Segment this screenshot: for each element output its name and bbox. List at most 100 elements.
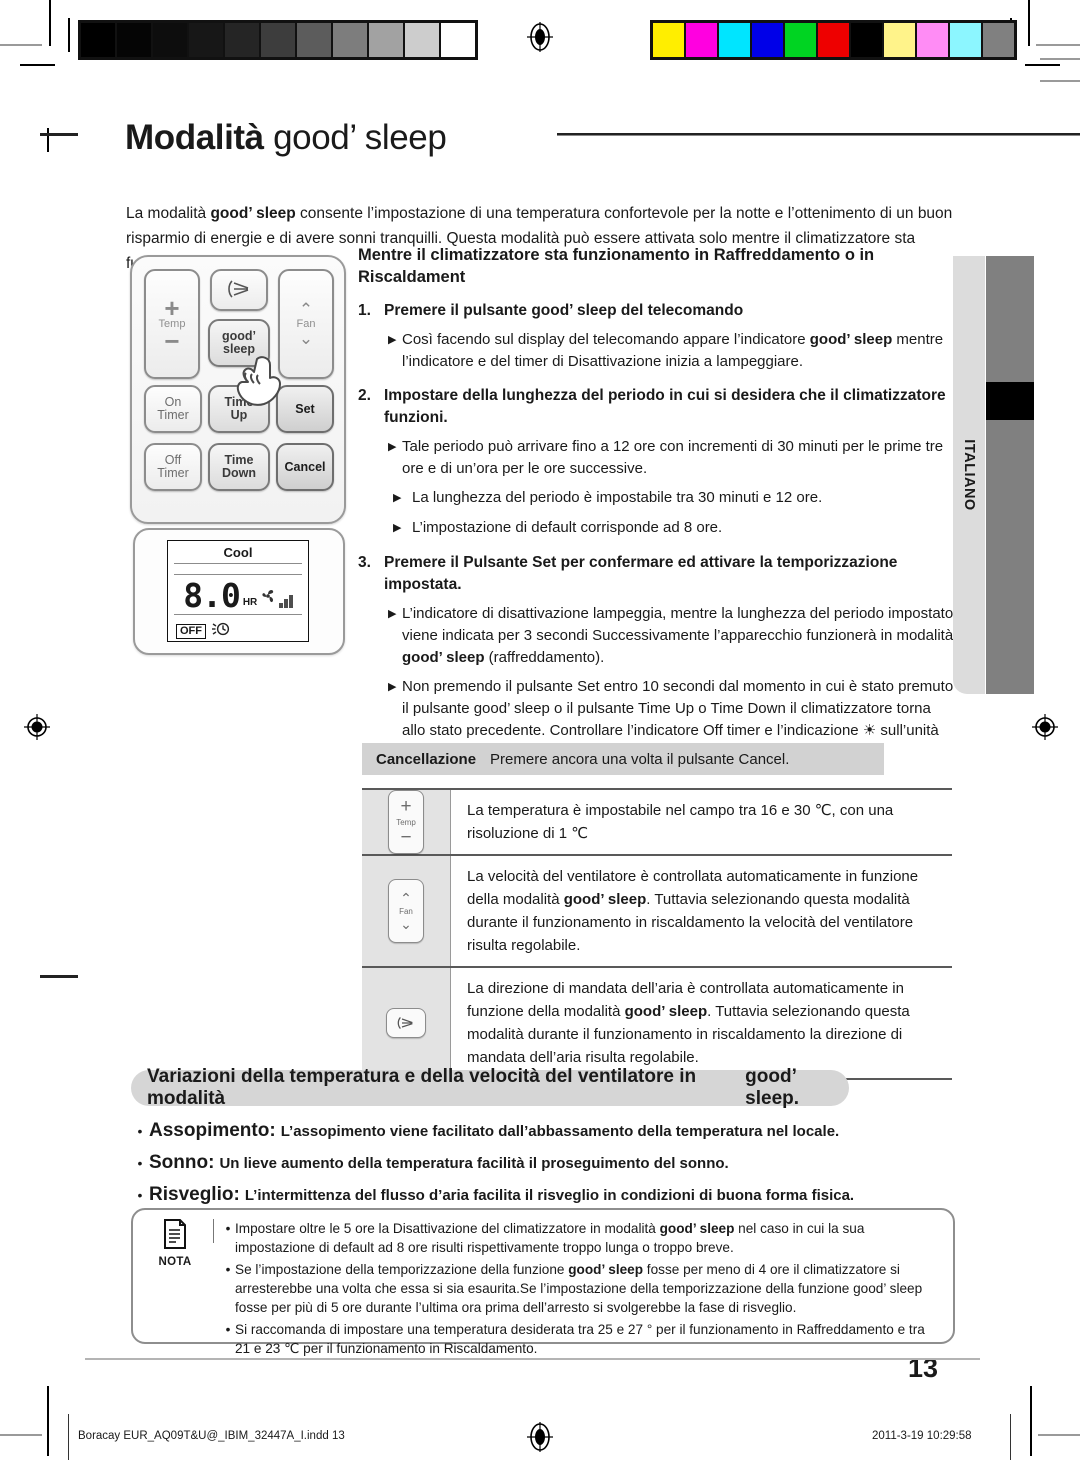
feature-icon-bottom: ⌄ (400, 915, 412, 932)
remote-cancel-button[interactable]: Cancel (276, 443, 334, 491)
step-bullet: ▶ L’indicatore di disattivazione lampeggi… (388, 603, 956, 669)
feature-icon-top: + (400, 795, 412, 817)
footer-timestamp: 2011-3-19 10:29:58 (872, 1430, 972, 1442)
crop-mark-left-dash (47, 1386, 49, 1456)
remote-fan-button[interactable]: ⌃ Fan ⌄ (278, 269, 334, 379)
calibration-swatch-1 (117, 23, 151, 57)
step-number: 2. (358, 387, 371, 404)
feature-icon-top: ⌃ (400, 889, 412, 906)
fan-speed-bar (284, 599, 288, 608)
feature-icon-bottom: − (400, 826, 412, 848)
nota-brand: good’ sleep (568, 1262, 644, 1277)
lcd-display-illustration: Cool 8.0 HR OFF (133, 528, 345, 655)
remote-goodsleep-button[interactable]: good’ sleep (208, 319, 270, 367)
step-bullet: ▶ Tale periodo può arrivare fino a 12 ore… (388, 436, 956, 480)
lcd-off-label: OFF (176, 624, 206, 639)
calibration-swatch-3 (189, 23, 223, 57)
language-tab: ITALIANO (953, 256, 985, 694)
remote-set-button[interactable]: Set (276, 385, 334, 433)
crop-mark-tr-h (1036, 44, 1080, 46)
variation-text: Risveglio: L’intermittenza del flusso d’a… (149, 1183, 961, 1208)
nota-item: • Si raccomanda di impostare una temperat… (221, 1320, 939, 1358)
variation-item: • Assopimento: L’assopimento viene facilit… (131, 1119, 961, 1144)
crop-mark-tl-v (49, 0, 51, 46)
feature-table: + Temp − La temperatura è impostabile nel c… (362, 788, 952, 1080)
nota-item: • Impostare oltre le 5 ore la Disattivazi… (221, 1219, 939, 1257)
bullet-text: L’indicatore di disattivazione lampeggia… (402, 605, 954, 666)
feature-icon-cell: ⌃ Fan ⌄ (362, 856, 451, 966)
grayscale-calibration-strip (78, 20, 478, 60)
crop-mark-tl-h2 (20, 64, 55, 66)
feature-icon-label: Temp (396, 817, 416, 827)
variation-value: L’assopimento viene facilitato dall’abba… (280, 1123, 840, 1140)
cancellation-band: Cancellazione Premere ancora una volta i… (362, 743, 884, 775)
color-calibration-strip (650, 20, 1017, 60)
air-direction-icon (224, 279, 254, 302)
registration-target-icon-top (525, 22, 555, 52)
intro-text-a: La modalità (126, 204, 211, 222)
calibration-swatch-8 (369, 23, 403, 57)
crop-mark-br-h (1038, 1434, 1080, 1436)
calibration-swatch-9 (950, 23, 981, 57)
title-rule (557, 133, 1080, 136)
variation-key: Sonno: (149, 1152, 215, 1173)
bullet-triangle-icon: ▶ (388, 608, 397, 620)
instruction-step: 2. Impostare della lunghezza del periodo … (358, 385, 956, 429)
remote-air-direction-button[interactable] (210, 269, 268, 311)
variation-text: Assopimento: L’assopimento viene facilita… (149, 1119, 961, 1144)
time-up-line2: Up (230, 408, 248, 422)
fan-down-icon: ⌄ (298, 328, 314, 348)
off-timer-line2: Timer (157, 466, 189, 480)
fan-up-icon: ⌃ (298, 299, 314, 319)
step-number: 3. (358, 554, 371, 571)
footer-tick-right (1010, 1414, 1011, 1460)
calibration-swatch-2 (719, 23, 750, 57)
step-text: Impostare della lunghezza del periodo in… (384, 387, 946, 426)
calibration-swatch-4 (225, 23, 259, 57)
off-timer-icon (211, 621, 231, 642)
bullet-dot-icon: • (225, 1262, 231, 1277)
variations-list: • Assopimento: L’assopimento viene facilit… (131, 1112, 961, 1208)
remote-on-timer-button[interactable]: On Timer (144, 385, 202, 433)
bullet-dot-icon: • (225, 1221, 231, 1236)
nota-list: • Impostare oltre le 5 ore la Disattivazi… (221, 1216, 939, 1358)
lcd-mode-label: Cool (223, 545, 253, 560)
remote-time-down-button[interactable]: Time Down (208, 443, 270, 491)
fan-speed-bar (279, 603, 283, 608)
language-tab-label: ITALIANO (961, 439, 977, 511)
crop-mark-tl2-v (68, 18, 70, 52)
bullet-triangle-icon: ▶ (393, 522, 402, 534)
variations-banner-brand: good’ sleep. (745, 1066, 800, 1109)
bullet-dot-icon: • (137, 1123, 143, 1139)
step-brand: good’ sleep (531, 302, 617, 319)
fan-speed-bar (289, 595, 293, 608)
nota-text: Si raccomanda di impostare una temperatu… (235, 1322, 925, 1356)
remote-time-up-button[interactable]: Time Up (208, 385, 270, 433)
feature-brand: good’ sleep (563, 891, 647, 908)
registration-target-icon-bottom (525, 1422, 555, 1452)
step-bullet: ▶ Così facendo sul display del telecomand… (388, 329, 956, 373)
calibration-swatch-1 (686, 23, 717, 57)
crop-mark-right-rule2 (1040, 80, 1080, 82)
fan-icon (260, 588, 276, 611)
step-number: 1. (358, 302, 371, 319)
cancel-label: Cancel (284, 459, 326, 474)
feature-icon-label: Fan (399, 906, 413, 916)
feature-table-row: + Temp − La temperatura è impostabile nel c… (362, 790, 952, 856)
crop-mark-bl-h (0, 1434, 42, 1436)
intro-brand: good’ sleep (210, 204, 296, 222)
instruction-step: 1. Premere il pulsante good’ sleep del te… (358, 300, 956, 322)
variation-key: Assopimento: (149, 1120, 276, 1141)
temp-minus-icon: − (164, 325, 180, 356)
feature-text-cell: La direzione di mandata dell’aria è cont… (467, 980, 910, 1066)
remote-off-timer-button[interactable]: Off Timer (144, 443, 202, 491)
time-down-line2: Down (221, 466, 257, 480)
temp-button-icon: + Temp − (388, 790, 424, 854)
nota-item: • Se l’impostazione della temporizzazione… (221, 1260, 939, 1317)
nota-text: Impostare oltre le 5 ore la Disattivazio… (235, 1221, 865, 1255)
calibration-swatch-3 (752, 23, 783, 57)
remote-temp-button[interactable]: + Temp − (144, 269, 200, 379)
lcd-divider-1 (174, 563, 302, 564)
goodsleep-label-line2: sleep (223, 342, 255, 356)
calibration-swatch-6 (297, 23, 331, 57)
